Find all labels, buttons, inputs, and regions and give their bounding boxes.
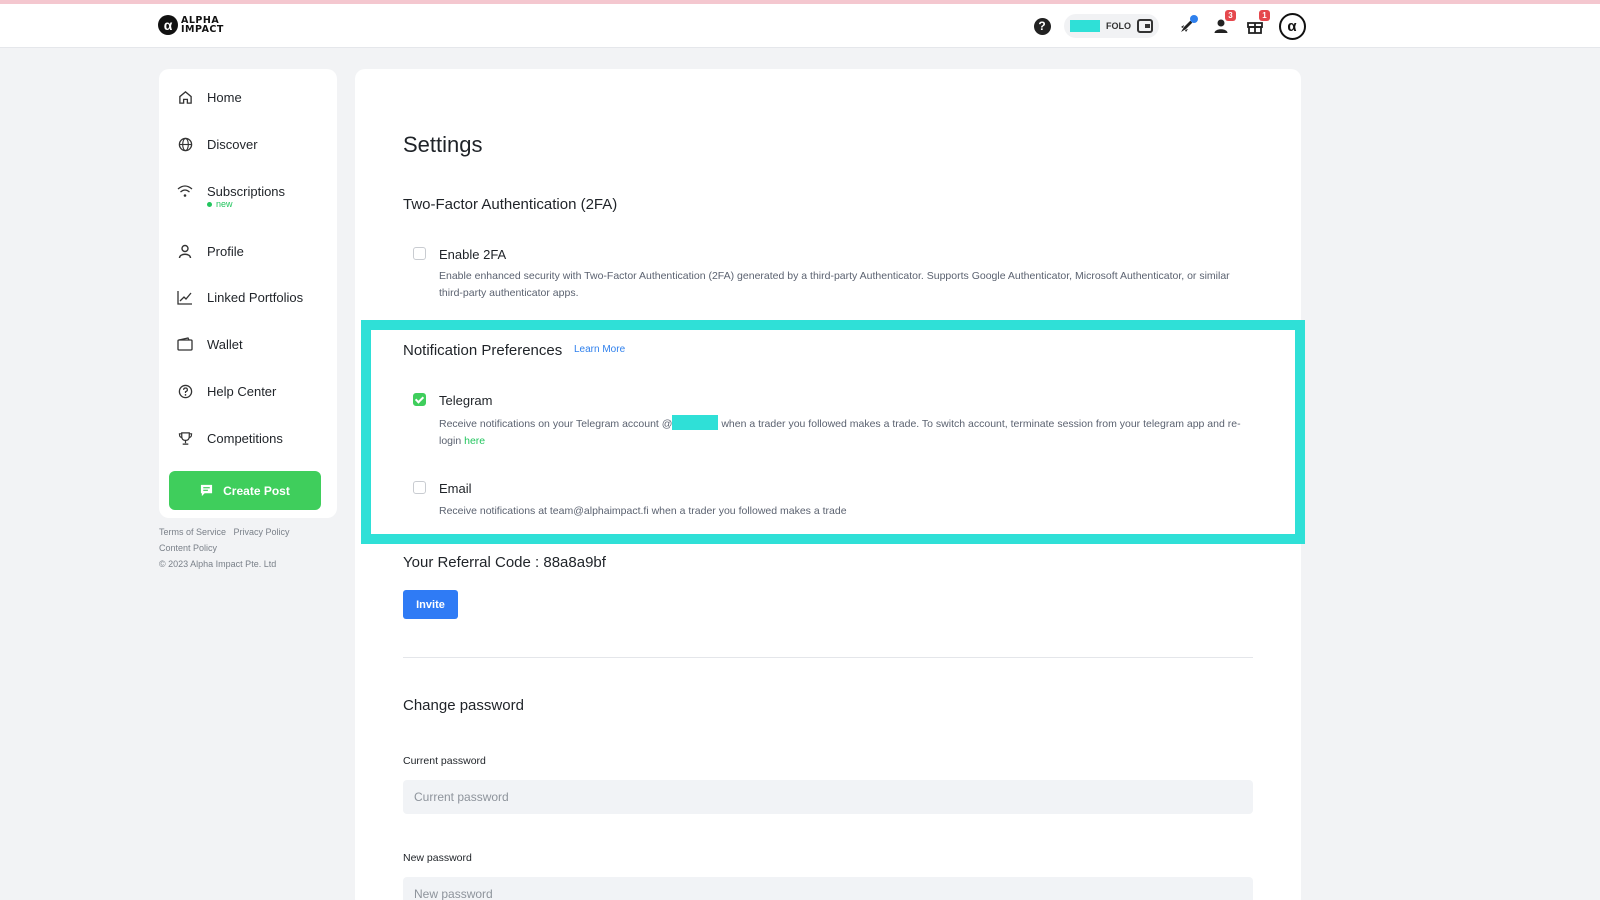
post-icon xyxy=(201,484,213,497)
avatar: α xyxy=(1278,12,1306,40)
sidebar-item-discover[interactable]: Discover xyxy=(177,132,258,156)
sidebar-item-label: Competitions xyxy=(207,430,283,446)
wallet-icon xyxy=(1137,19,1153,33)
referral-code: Your Referral Code : 88a8a9bf xyxy=(403,554,606,571)
current-password-label: Current password xyxy=(403,755,486,767)
globe-icon xyxy=(177,136,193,152)
twofa-section-title: Two-Factor Authentication (2FA) xyxy=(403,196,618,213)
email-checkbox[interactable] xyxy=(413,481,426,494)
privacy-link[interactable]: Privacy Policy xyxy=(234,527,290,537)
email-label: Email xyxy=(439,481,472,496)
help-circle-icon xyxy=(177,383,193,399)
telegram-checkbox[interactable] xyxy=(413,393,426,406)
current-password-input[interactable] xyxy=(403,780,1253,814)
invite-button[interactable]: Invite xyxy=(403,590,458,619)
sidebar-item-wallet[interactable]: Wallet xyxy=(177,332,243,356)
sidebar-item-label: Wallet xyxy=(207,336,243,352)
followers-button[interactable]: 3 xyxy=(1209,10,1236,38)
create-post-label: Create Post xyxy=(223,483,290,498)
sidebar-item-label: Discover xyxy=(207,136,258,152)
new-badge: new xyxy=(207,199,233,209)
trophy-icon xyxy=(177,430,193,446)
sidebar-item-subscriptions[interactable]: Subscriptions new xyxy=(177,179,286,209)
logo-text: ALPHA IMPACT xyxy=(181,15,224,35)
email-description: Receive notifications at team@alphaimpac… xyxy=(439,505,847,517)
wallet-icon xyxy=(177,336,193,352)
chart-icon xyxy=(177,289,193,305)
telegram-label: Telegram xyxy=(439,393,493,408)
user-icon xyxy=(177,243,193,259)
sidebar-item-competitions[interactable]: Competitions xyxy=(177,426,283,450)
sidebar-item-linked-portfolios[interactable]: Linked Portfolios xyxy=(177,285,303,309)
twofa-description: Enable enhanced security with Two-Factor… xyxy=(439,270,1230,299)
top-header: α ALPHA IMPACT ? FOLO 3 1 α xyxy=(0,4,1600,48)
sidebar-item-label: Linked Portfolios xyxy=(207,289,304,305)
gift-badge: 1 xyxy=(1259,10,1270,21)
redacted-balance xyxy=(1070,20,1100,32)
sidebar-item-help-center[interactable]: Help Center xyxy=(177,379,276,403)
sidebar-item-home[interactable]: Home xyxy=(177,85,242,109)
learn-more-link[interactable]: Learn More xyxy=(574,344,625,355)
telegram-description: Receive notifications on your Telegram a… xyxy=(439,415,1249,450)
change-password-title: Change password xyxy=(403,697,524,714)
enable-2fa-checkbox[interactable] xyxy=(413,247,426,260)
new-password-label: New password xyxy=(403,852,472,864)
help-icon: ? xyxy=(1033,17,1051,35)
sidebar-item-profile[interactable]: Profile xyxy=(177,239,244,263)
wallet-balance-pill[interactable]: FOLO xyxy=(1064,14,1159,38)
terms-link[interactable]: Terms of Service xyxy=(159,527,226,537)
settings-panel: Settings Two-Factor Authentication (2FA)… xyxy=(355,69,1301,900)
wifi-icon xyxy=(177,183,193,199)
copyright: © 2023 Alpha Impact Pte. Ltd xyxy=(159,559,277,569)
sidebar-item-label: Subscriptions xyxy=(207,183,286,199)
rocket-button[interactable] xyxy=(1175,14,1199,38)
home-icon xyxy=(177,89,193,105)
footer-links: Terms of Service Privacy Policy Content … xyxy=(159,524,359,572)
rocket-dot xyxy=(1190,15,1198,23)
section-divider xyxy=(403,657,1253,658)
new-dot xyxy=(207,201,212,207)
header-actions: ? FOLO 3 1 α xyxy=(1030,10,1307,40)
token-label: FOLO xyxy=(1106,21,1131,31)
notification-badge: 3 xyxy=(1225,10,1236,21)
relogin-here-link[interactable]: here xyxy=(464,435,485,447)
content-policy-link[interactable]: Content Policy xyxy=(159,543,217,553)
notification-preferences-title: Notification Preferences xyxy=(403,342,563,359)
logo-mark: α xyxy=(158,15,178,35)
sidebar-item-label: Home xyxy=(207,89,242,105)
help-button[interactable]: ? xyxy=(1030,14,1054,38)
enable-2fa-label: Enable 2FA xyxy=(439,247,507,262)
new-password-input[interactable] xyxy=(403,877,1253,900)
sidebar-item-label: Profile xyxy=(207,243,244,259)
page-title: Settings xyxy=(403,132,483,157)
sidebar: Home Discover Subscriptions new Profile … xyxy=(159,69,337,518)
gift-button[interactable]: 1 xyxy=(1243,10,1270,38)
create-post-button[interactable]: Create Post xyxy=(169,471,321,510)
alpha-impact-logo[interactable]: α ALPHA IMPACT xyxy=(158,15,224,35)
redacted-telegram-handle xyxy=(672,415,719,430)
sidebar-item-label: Help Center xyxy=(207,383,277,399)
profile-avatar-button[interactable]: α xyxy=(1277,12,1307,40)
